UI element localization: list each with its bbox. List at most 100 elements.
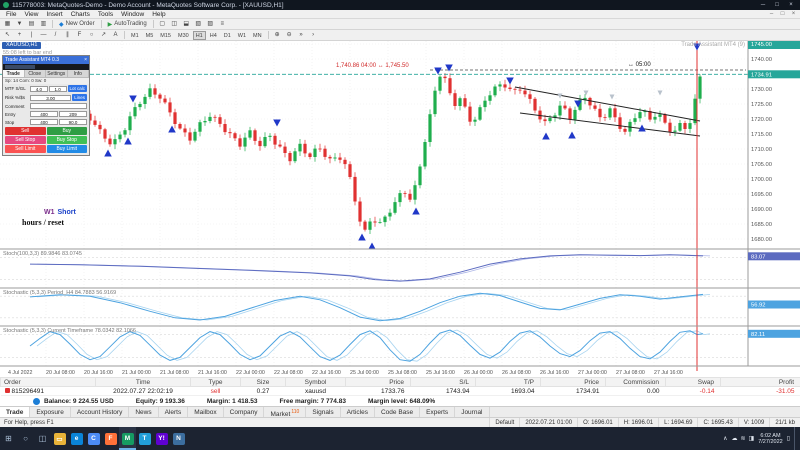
risk-field[interactable]: 3.00 <box>30 95 71 101</box>
fibonacci-icon[interactable]: F <box>74 31 85 40</box>
sell-limit-button[interactable]: Sell Limit <box>5 145 46 153</box>
sell-button[interactable]: Sell <box>5 127 46 135</box>
trade-assistant-panel[interactable]: Trade Assistant MT4 0.3 × Trade Close Se… <box>2 55 90 156</box>
panel-scrollbar[interactable] <box>3 64 89 70</box>
tray-icon-0[interactable]: ☁ <box>732 435 738 442</box>
edge-icon[interactable]: e <box>68 427 85 450</box>
shapes-icon[interactable]: ○ <box>86 31 97 40</box>
stop-field-2[interactable]: 90.0 <box>59 119 87 125</box>
column-swap[interactable]: Swap <box>666 378 721 387</box>
chart-area[interactable]: 1745.001740.001735.001730.001725.001720.… <box>0 41 800 377</box>
new-chart-icon[interactable]: ▦ <box>2 20 13 29</box>
comment-field[interactable] <box>30 103 87 109</box>
zoom-out-icon[interactable]: ⊖ <box>284 31 295 40</box>
chart-close-button[interactable]: × <box>789 11 798 17</box>
toolbox-panel-icon[interactable]: ▤ <box>26 20 37 29</box>
depth-of-market-icon[interactable]: ≡ <box>217 20 228 29</box>
column-commission[interactable]: Commission <box>606 378 666 387</box>
timeframe-m15[interactable]: M15 <box>157 31 174 40</box>
buy-button[interactable]: Buy <box>47 127 88 135</box>
price-chart-canvas[interactable]: 1745.001740.001735.001730.001725.001720.… <box>0 41 800 377</box>
column-price[interactable]: Price <box>541 378 606 387</box>
chart-shift-icon[interactable]: › <box>308 31 319 40</box>
new-order-button[interactable]: ◆ New Order <box>56 21 98 28</box>
trendline-icon[interactable]: / <box>50 31 61 40</box>
firefox-icon[interactable]: F <box>102 427 119 450</box>
start-button[interactable]: ⊞ <box>0 427 17 450</box>
strategy-tester-icon[interactable]: ▨ <box>205 20 216 29</box>
menu-insert[interactable]: Insert <box>42 11 66 18</box>
mtf-field-2[interactable]: 1.0 <box>49 86 67 92</box>
menu-window[interactable]: Window <box>117 11 148 18</box>
tab-trade[interactable]: Trade <box>3 70 25 77</box>
autotrading-button[interactable]: ▶ AutoTrading <box>105 21 150 28</box>
tab-close[interactable]: Close <box>25 70 47 77</box>
timeframe-m30[interactable]: M30 <box>175 31 192 40</box>
data-window-icon[interactable]: ▧ <box>193 20 204 29</box>
menu-help[interactable]: Help <box>148 11 169 18</box>
column-profit[interactable]: Profit <box>721 378 800 387</box>
timeframe-h4[interactable]: H4 <box>207 31 220 40</box>
metatrader-icon[interactable]: M <box>119 427 136 450</box>
lot-calc-button[interactable]: Lot calc <box>68 85 88 92</box>
search-icon[interactable]: ○ <box>17 427 34 450</box>
tab-info[interactable]: Info <box>68 70 90 77</box>
task-view-icon[interactable]: ◫ <box>34 427 51 450</box>
vertical-line-icon[interactable]: | <box>26 31 37 40</box>
tray-icon-1[interactable]: ≋ <box>741 435 746 442</box>
notepad-icon[interactable]: N <box>170 427 187 450</box>
sell-stop-button[interactable]: Sell Stop <box>5 136 46 144</box>
entry-field-1[interactable]: 400 <box>30 111 58 117</box>
entry-field-2[interactable]: 209 <box>59 111 87 117</box>
arrows-tool-icon[interactable]: ↗ <box>98 31 109 40</box>
cascade-windows-icon[interactable]: ⬓ <box>181 20 192 29</box>
buy-limit-button[interactable]: Buy Limit <box>47 145 88 153</box>
column-time[interactable]: Time <box>96 378 191 387</box>
profile-name[interactable]: Default <box>489 418 519 427</box>
channel-icon[interactable]: ∥ <box>62 31 73 40</box>
zoom-in-icon[interactable]: ⊕ <box>272 31 283 40</box>
column-size[interactable]: Size <box>241 378 286 387</box>
column-price[interactable]: Price <box>346 378 411 387</box>
column-type[interactable]: Type <box>191 378 241 387</box>
crosshair-icon[interactable]: + <box>14 31 25 40</box>
notification-center-icon[interactable]: ▯ <box>787 435 790 442</box>
chrome-icon[interactable]: C <box>85 427 102 450</box>
column-tp[interactable]: T/P <box>476 378 541 387</box>
trade-assistant-titlebar[interactable]: Trade Assistant MT4 0.3 × <box>3 56 89 64</box>
horizontal-line-icon[interactable]: — <box>38 31 49 40</box>
timeframe-mn[interactable]: MN <box>250 31 265 40</box>
menu-tools[interactable]: Tools <box>94 11 117 18</box>
buy-stop-button[interactable]: Buy Stop <box>47 136 88 144</box>
yahoo-icon[interactable]: Y! <box>153 427 170 450</box>
menu-view[interactable]: View <box>20 11 42 18</box>
tab-settings[interactable]: Settings <box>46 70 68 77</box>
tray-icon-2[interactable]: ◨ <box>749 435 755 442</box>
minimize-button[interactable]: ─ <box>757 2 769 8</box>
tile-windows-icon[interactable]: ◫ <box>169 20 180 29</box>
stop-field-1[interactable]: 400 <box>30 119 58 125</box>
menu-charts[interactable]: Charts <box>67 11 94 18</box>
scrollbar-thumb[interactable] <box>5 65 35 69</box>
text-label-icon[interactable]: A <box>110 31 121 40</box>
auto-scroll-icon[interactable]: » <box>296 31 307 40</box>
timeframe-h1[interactable]: H1 <box>193 31 206 40</box>
fullscreen-icon[interactable]: ▢ <box>157 20 168 29</box>
show-desktop-button[interactable] <box>794 427 797 450</box>
file-explorer-icon[interactable]: ▭ <box>51 427 68 450</box>
mtf-field-1[interactable]: 4.0 <box>30 86 48 92</box>
timeframe-m5[interactable]: M5 <box>143 31 157 40</box>
table-row[interactable]: 8152964912022.07.27 22:02:19sell0.27xauu… <box>1 387 800 396</box>
profiles-icon[interactable]: ▼ <box>14 20 25 29</box>
tray-caret-icon[interactable]: ∧ <box>723 435 727 442</box>
column-order[interactable]: Order <box>1 378 96 387</box>
taskbar-clock[interactable]: 6:02 AM 7/27/2022 <box>758 433 782 445</box>
column-sl[interactable]: S/L <box>411 378 476 387</box>
cursor-icon[interactable]: ↖ <box>2 31 13 40</box>
telegram-icon[interactable]: T <box>136 427 153 450</box>
timeframe-w1[interactable]: W1 <box>235 31 249 40</box>
column-symbol[interactable]: Symbol <box>286 378 346 387</box>
navigator-panel-icon[interactable]: ▥ <box>38 20 49 29</box>
chart-restore-button[interactable]: □ <box>778 11 787 17</box>
close-button[interactable]: × <box>785 2 797 8</box>
